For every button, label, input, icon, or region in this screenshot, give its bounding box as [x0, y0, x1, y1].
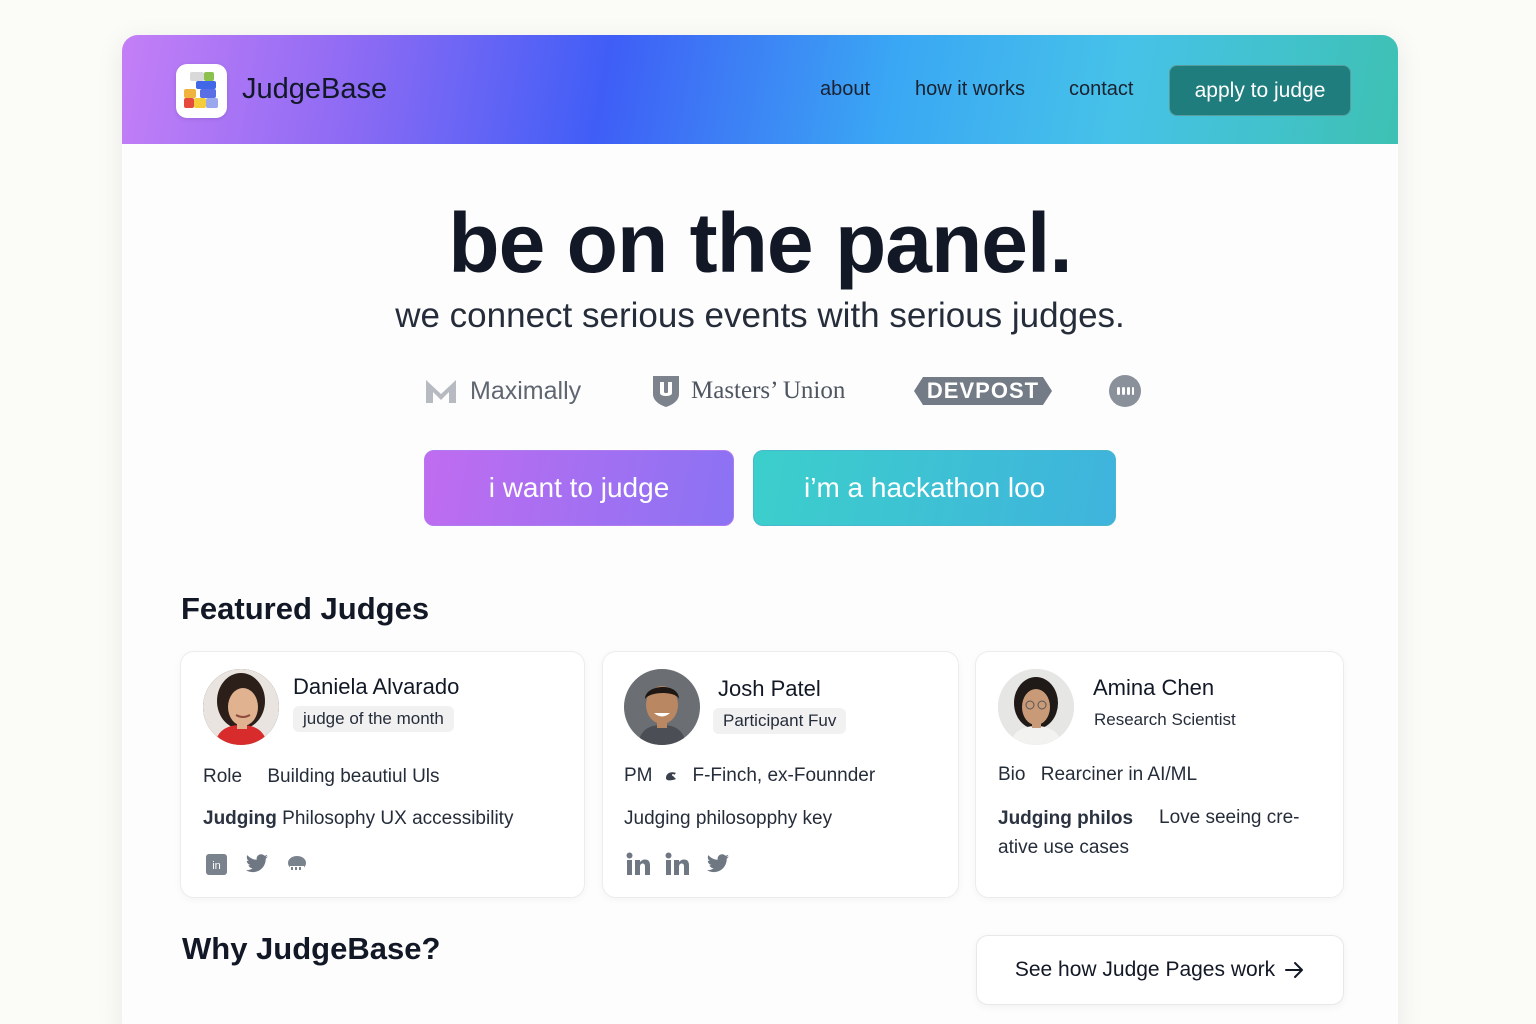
avatar [624, 669, 700, 745]
partner-logo-maximally: Maximally [424, 373, 581, 409]
why-judgebase-title: Why JudgeBase? [182, 931, 441, 966]
nav-link-about[interactable]: about [820, 78, 870, 101]
avatar [998, 669, 1074, 745]
judge-card-amina[interactable]: Amina Chen Research Scientist Bio Rearci… [975, 651, 1344, 898]
nav-link-how-it-works[interactable]: how it works [915, 78, 1025, 101]
bio-value: Rearciner in AI/ML [1040, 764, 1198, 785]
masters-union-shield-icon [653, 376, 679, 407]
twitter-icon[interactable] [706, 854, 730, 879]
judge-of-month-badge: judge of the month [293, 706, 454, 732]
nav-link-contact[interactable]: contact [1069, 78, 1133, 101]
arrow-right-icon [1285, 962, 1304, 978]
judge-role-row: PM F-Finch, ex-Founnder [624, 765, 875, 787]
top-navbar: JudgeBase about how it works contact app… [122, 35, 1398, 144]
philosophy-value: Judging philosopphy key [624, 808, 833, 829]
judge-philosophy-row: Judging philosopphy key [624, 808, 832, 830]
judge-name: Amina Chen [1093, 675, 1215, 700]
partner-logo-devpost: DEVPOST [913, 373, 1053, 409]
partner-logo-more-icon [1108, 373, 1142, 409]
partner-logo-masters-union: Masters’ Union [651, 373, 845, 409]
role-value: F-Finch, ex-Founnder [692, 765, 876, 786]
featured-judges-title: Featured Judges [181, 591, 430, 626]
judge-name: Josh Patel [718, 676, 821, 701]
linkedin-icon[interactable]: in [205, 853, 228, 881]
judge-name: Daniela Alvarado [293, 674, 460, 699]
judge-card-daniela[interactable]: Daniela Alvarado judge of the month Role… [180, 651, 585, 898]
judge-role-row: Role Building beautiul Uls [203, 766, 440, 788]
linkedin-icon[interactable] [626, 852, 651, 881]
judge-bio-row: Bio Rearciner in AI/ML [998, 764, 1197, 786]
philosophy-label: Judging [203, 808, 277, 829]
hackathon-host-button[interactable]: i’m a hackathon loo [753, 450, 1116, 526]
finch-bird-icon [665, 772, 676, 781]
judge-philosophy-value-line2: ative use cases [998, 837, 1129, 858]
bio-label: Bio [998, 764, 1026, 785]
judge-card-josh[interactable]: Josh Patel Participant Fuv PM F-Finch, e… [602, 651, 959, 898]
judge-subtitle: Research Scientist [1094, 710, 1236, 729]
i-want-to-judge-button[interactable]: i want to judge [424, 450, 734, 526]
judge-philosophy-row: Judging Philosophy UX accessibility [203, 808, 513, 830]
hero-title: be on the panel. [448, 196, 1072, 290]
avatar [203, 669, 279, 745]
role-value: Building beautiul Uls [267, 766, 440, 787]
philosophy-value: Philosophy UX accessibility [282, 808, 514, 829]
brand-name[interactable]: JudgeBase [242, 73, 387, 106]
twitter-icon[interactable] [245, 854, 269, 879]
apply-to-judge-button[interactable]: apply to judge [1169, 65, 1351, 116]
judge-philosophy-label: Judging philos [998, 808, 1134, 829]
app-window: JudgeBase about how it works contact app… [122, 35, 1398, 1024]
devpost-badge: DEVPOST [913, 376, 1053, 406]
judge-philosophy-value-line1: Love seeing cre- [1159, 807, 1300, 828]
see-how-judge-pages-work-button[interactable]: See how Judge Pages work [976, 935, 1344, 1005]
maximally-icon [426, 380, 456, 403]
hero-subtitle: we connect serious events with serious j… [395, 296, 1125, 335]
participant-badge: Participant Fuv [713, 708, 847, 734]
role-label: PM [624, 765, 653, 786]
role-label: Role [203, 766, 243, 787]
linkedin-icon[interactable] [665, 852, 690, 881]
svg-text:in: in [212, 860, 221, 872]
judgebase-logo-icon[interactable] [176, 64, 227, 118]
discord-icon[interactable] [287, 855, 307, 878]
how-button-label: See how Judge Pages work [1014, 958, 1276, 981]
